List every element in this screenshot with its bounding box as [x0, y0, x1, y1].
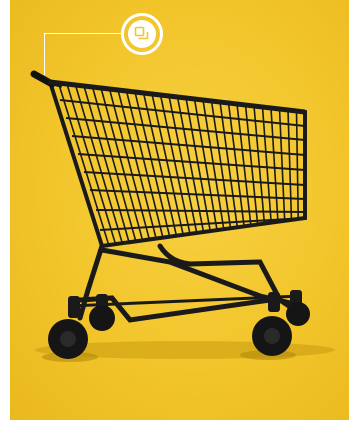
hotspot-leader-horizontal — [44, 33, 121, 34]
hotspot-leader-vertical — [44, 33, 45, 75]
basket-wire — [287, 109, 293, 220]
product-hotspot-button[interactable] — [121, 13, 163, 55]
image-frame — [0, 0, 356, 426]
basket-wire — [125, 90, 164, 238]
basket-wire — [278, 108, 286, 221]
shopping-cart-illustration — [30, 70, 335, 362]
basket-wire — [159, 94, 191, 235]
basket-wire — [142, 92, 178, 236]
basket-wire — [261, 106, 272, 223]
stack-icon — [134, 26, 149, 40]
basket-wire — [117, 89, 157, 239]
basket-wire — [49, 81, 103, 247]
basket-wire — [168, 95, 198, 234]
basket-wire — [295, 110, 300, 219]
product-photo — [10, 0, 349, 420]
basket-wire — [270, 107, 279, 222]
basket-wire — [57, 82, 110, 246]
hotspot-icon-background — [128, 20, 156, 48]
